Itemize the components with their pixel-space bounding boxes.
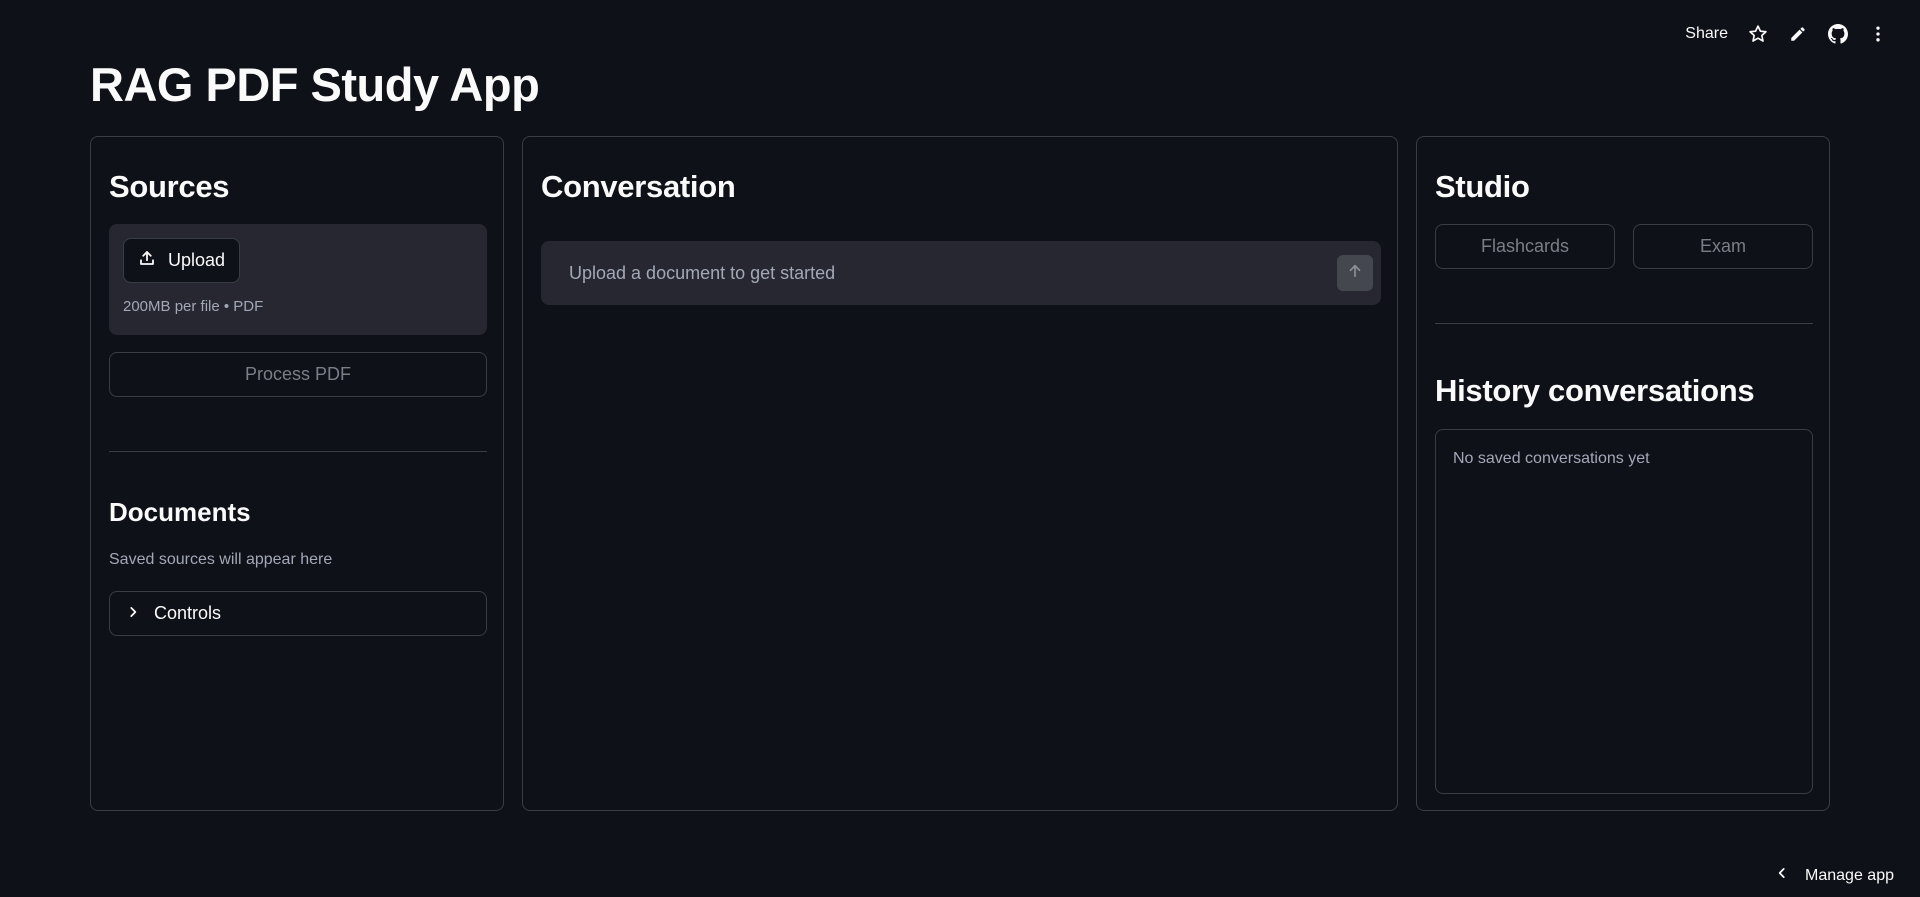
- app-toolbar: Share: [1675, 18, 1898, 50]
- page-title: RAG PDF Study App: [90, 58, 540, 111]
- file-dropzone[interactable]: Upload 200MB per file • PDF: [109, 224, 487, 335]
- studio-panel: Studio Flashcards Exam History conversat…: [1416, 136, 1830, 811]
- divider: [1435, 323, 1813, 324]
- flashcards-button[interactable]: Flashcards: [1435, 224, 1615, 269]
- sources-title: Sources: [109, 169, 230, 204]
- star-icon[interactable]: [1738, 18, 1778, 50]
- exam-button[interactable]: Exam: [1633, 224, 1813, 269]
- divider: [109, 451, 487, 452]
- documents-empty-hint: Saved sources will appear here: [109, 551, 333, 568]
- upload-button[interactable]: Upload: [123, 238, 241, 283]
- history-empty-text: No saved conversations yet: [1453, 450, 1650, 467]
- conversation-panel: Conversation: [522, 136, 1398, 811]
- studio-title: Studio: [1435, 169, 1530, 204]
- controls-expander[interactable]: Controls: [109, 591, 487, 636]
- history-title: History conversations: [1435, 373, 1755, 408]
- share-button[interactable]: Share: [1675, 21, 1738, 47]
- upload-icon: [138, 249, 156, 272]
- sources-panel: Sources Upload 200MB per file • PDF Proc…: [90, 136, 504, 811]
- pencil-icon[interactable]: [1778, 18, 1818, 50]
- controls-label: Controls: [154, 603, 222, 623]
- documents-title: Documents: [109, 497, 251, 527]
- manage-app-label: Manage app: [1805, 866, 1894, 884]
- arrow-up-icon: [1346, 262, 1364, 285]
- chevron-right-icon: [126, 603, 140, 624]
- conversation-title: Conversation: [541, 169, 736, 204]
- manage-app-button[interactable]: Manage app: [1775, 866, 1894, 885]
- more-vertical-icon[interactable]: [1858, 18, 1898, 50]
- history-list[interactable]: No saved conversations yet: [1435, 429, 1813, 794]
- github-icon[interactable]: [1818, 18, 1858, 50]
- send-button[interactable]: [1337, 255, 1373, 291]
- process-pdf-button[interactable]: Process PDF: [109, 352, 487, 397]
- chevron-left-icon: [1775, 866, 1789, 885]
- studio-buttons: Flashcards Exam: [1435, 224, 1813, 269]
- upload-label: Upload: [168, 250, 226, 270]
- chat-input-container: [541, 241, 1381, 305]
- upload-hint: 200MB per file • PDF: [123, 298, 264, 315]
- chat-input[interactable]: [541, 241, 1321, 305]
